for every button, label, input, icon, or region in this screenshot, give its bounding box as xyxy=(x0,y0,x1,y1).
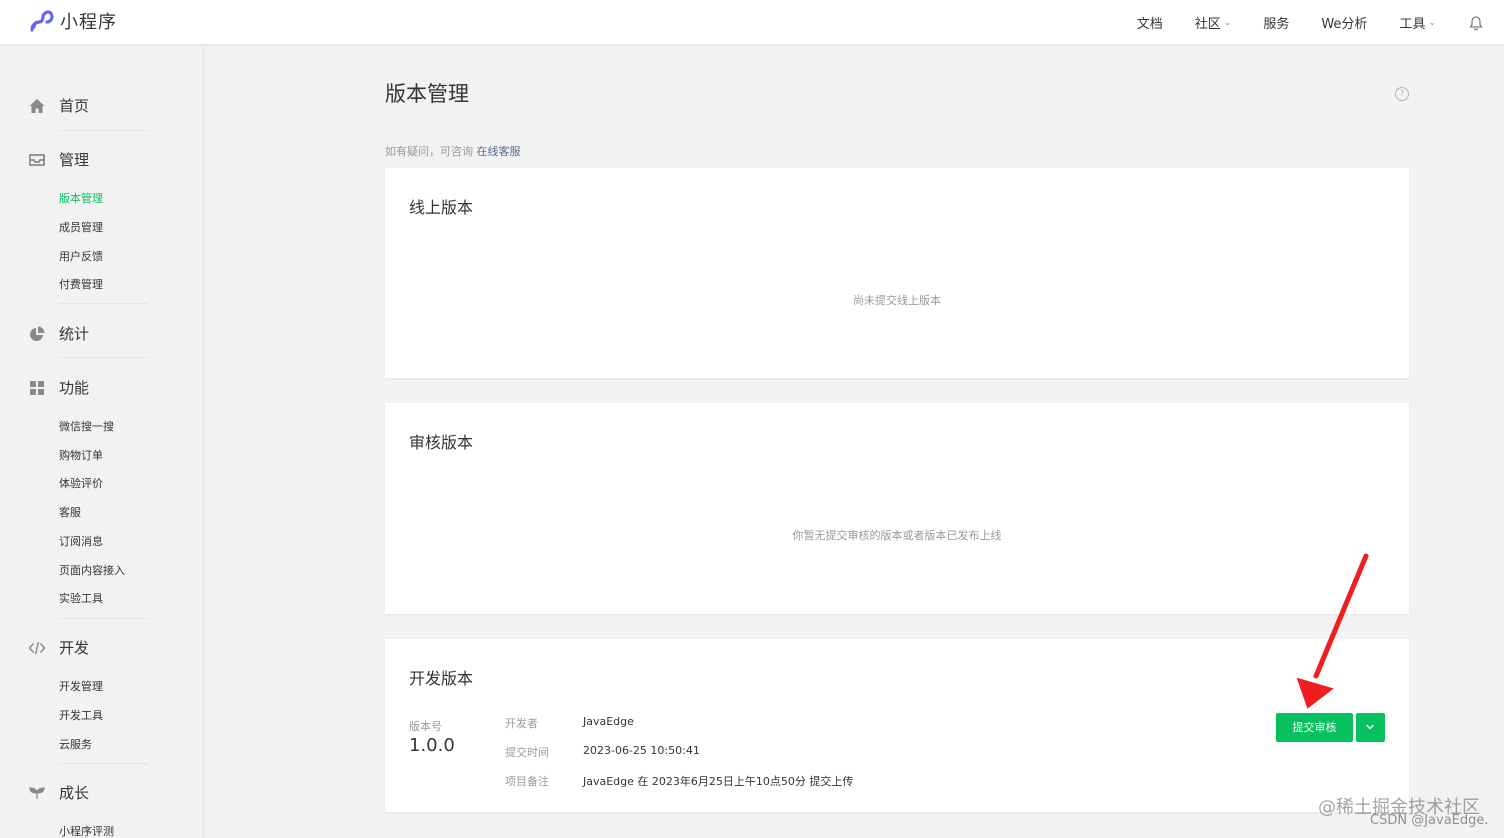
version-label-text: 版本号 xyxy=(409,720,442,733)
nav-tools-label: 工具 xyxy=(1399,17,1426,32)
sidebar-group-home[interactable]: 首页 xyxy=(28,95,89,116)
sidebar-divider xyxy=(59,357,148,358)
inbox-icon xyxy=(29,153,45,166)
chevron-down-icon xyxy=(1365,724,1375,730)
logo[interactable]: 小程序 xyxy=(28,8,117,34)
sidebar-divider xyxy=(59,130,148,131)
sidebar-group-label: 管理 xyxy=(59,151,90,169)
sidebar-item-shopping-orders[interactable]: 购物订单 xyxy=(59,447,103,463)
sidebar-item-experience-rating[interactable]: 体验评价 xyxy=(59,475,103,491)
sidebar-item-cloud-service[interactable]: 云服务 xyxy=(59,736,92,752)
watermark-csdn: CSDN @JavaEdge. xyxy=(1370,813,1489,828)
submit-time-value: 2023-06-25 10:50:41 xyxy=(583,744,700,757)
version-label: 版本号 xyxy=(409,715,442,734)
sidebar-group-label: 开发 xyxy=(59,639,90,657)
top-bar: 小程序 文档 社区 ⌄ 服务 We分析 工具 ⌄ xyxy=(0,0,1504,45)
code-icon xyxy=(28,641,46,654)
sidebar-item-experiment-tools[interactable]: 实验工具 xyxy=(59,590,103,606)
app-name: 小程序 xyxy=(60,12,117,33)
sidebar-item-page-content[interactable]: 页面内容接入 xyxy=(59,562,125,578)
developer-key: 开发者 xyxy=(505,717,538,730)
submit-time-key: 提交时间 xyxy=(505,746,549,759)
grid-icon xyxy=(30,380,44,395)
sidebar-item-mini-program-evaluation[interactable]: 小程序评测 xyxy=(59,823,114,838)
sidebar-group-label: 统计 xyxy=(59,325,90,343)
top-nav: 文档 社区 ⌄ 服务 We分析 工具 ⌄ xyxy=(1105,0,1484,45)
nav-tools[interactable]: 工具 ⌄ xyxy=(1399,13,1436,32)
submit-time-row: 提交时间 2023-06-25 10:50:41 xyxy=(505,744,700,760)
sidebar-group-label: 首页 xyxy=(59,97,90,115)
nav-community-label: 社区 xyxy=(1194,17,1221,32)
nav-docs-label: 文档 xyxy=(1136,17,1163,32)
help-hint: 如有疑问，可咨询 在线客服 xyxy=(385,143,521,159)
sidebar-group-label: 功能 xyxy=(59,379,90,397)
sidebar-item-dev-manage[interactable]: 开发管理 xyxy=(59,678,103,694)
sidebar-item-dev-tools[interactable]: 开发工具 xyxy=(59,707,103,723)
online-version-card: 线上版本 尚未提交线上版本 xyxy=(385,168,1409,378)
page-title: 版本管理 xyxy=(385,82,469,106)
review-version-title: 审核版本 xyxy=(409,433,474,452)
online-support-link[interactable]: 在线客服 xyxy=(477,145,521,158)
sidebar: 首页 管理 版本管理 成员管理 用户反馈 付费管理 统计 功能 微信搜一搜 购物… xyxy=(0,45,204,838)
mini-program-logo-icon xyxy=(30,10,54,32)
sidebar-divider xyxy=(59,303,148,304)
developer-row: 开发者 JavaEdge xyxy=(505,715,634,731)
version-number: 1.0.0 xyxy=(409,735,455,756)
sidebar-group-manage[interactable]: 管理 xyxy=(28,149,89,170)
sidebar-divider xyxy=(59,618,148,619)
question-icon[interactable]: ? xyxy=(1395,87,1409,101)
nav-we-analysis[interactable]: We分析 xyxy=(1321,13,1367,32)
sprout-icon xyxy=(29,786,45,799)
nav-we-analysis-label: We分析 xyxy=(1321,17,1368,32)
review-version-empty-text: 你暂无提交审核的版本或者版本已发布上线 xyxy=(792,529,1002,542)
sidebar-item-member-manage[interactable]: 成员管理 xyxy=(59,219,103,235)
bell-icon[interactable] xyxy=(1468,15,1484,31)
online-version-title: 线上版本 xyxy=(409,198,474,217)
review-version-card: 审核版本 你暂无提交审核的版本或者版本已发布上线 xyxy=(385,403,1409,614)
chevron-down-icon: ⌄ xyxy=(1223,17,1232,28)
sidebar-group-label: 成长 xyxy=(59,784,90,802)
project-note-key: 项目备注 xyxy=(505,775,549,788)
developer-value: JavaEdge xyxy=(583,715,634,728)
sidebar-group-growth[interactable]: 成长 xyxy=(28,782,89,803)
sidebar-group-features[interactable]: 功能 xyxy=(28,377,89,398)
chevron-down-icon: ⌄ xyxy=(1428,17,1436,28)
dev-version-title: 开发版本 xyxy=(409,669,474,688)
sidebar-item-customer-service[interactable]: 客服 xyxy=(59,504,81,520)
nav-community[interactable]: 社区 ⌄ xyxy=(1195,13,1232,32)
online-version-empty-text: 尚未提交线上版本 xyxy=(853,294,941,307)
help-hint-text: 如有疑问，可咨询 xyxy=(385,145,473,158)
sidebar-item-version-manage[interactable]: 版本管理 xyxy=(59,190,103,206)
sidebar-item-wechat-search[interactable]: 微信搜一搜 xyxy=(59,418,114,434)
project-note-value: JavaEdge 在 2023年6月25日上午10点50分 提交上传 xyxy=(583,775,854,788)
red-annotation-arrow xyxy=(1296,553,1369,709)
sidebar-item-payment-manage[interactable]: 付费管理 xyxy=(59,276,103,292)
home-icon xyxy=(29,98,45,113)
nav-services-label: 服务 xyxy=(1263,17,1290,32)
project-note-row: 项目备注 JavaEdge 在 2023年6月25日上午10点50分 提交上传 xyxy=(505,773,853,789)
sidebar-group-develop[interactable]: 开发 xyxy=(28,637,89,658)
more-actions-dropdown-button[interactable] xyxy=(1356,713,1385,742)
nav-services[interactable]: 服务 xyxy=(1263,13,1289,32)
pie-chart-icon xyxy=(30,326,45,341)
nav-docs[interactable]: 文档 xyxy=(1137,13,1163,32)
sidebar-group-stats[interactable]: 统计 xyxy=(28,323,89,344)
sidebar-item-user-feedback[interactable]: 用户反馈 xyxy=(59,248,103,264)
sidebar-divider xyxy=(59,763,148,764)
sidebar-item-subscription-messages[interactable]: 订阅消息 xyxy=(59,533,103,549)
submit-review-button[interactable]: 提交审核 xyxy=(1276,713,1353,742)
dev-version-card: 开发版本 版本号 1.0.0 开发者 JavaEdge 提交时间 2023-06… xyxy=(385,639,1409,812)
